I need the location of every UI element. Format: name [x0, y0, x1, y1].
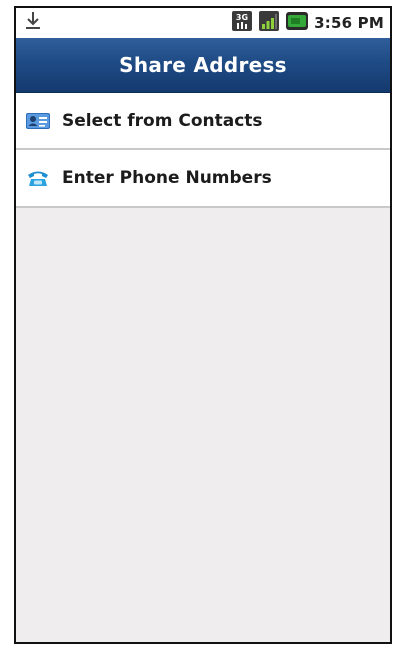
download-icon [24, 11, 42, 35]
battery-icon [285, 10, 309, 36]
enter-phone-numbers-item[interactable]: Enter Phone Numbers [16, 150, 390, 208]
select-from-contacts-item[interactable]: Select from Contacts [16, 93, 390, 150]
signal-icon [258, 10, 280, 36]
menu-item-label: Select from Contacts [62, 110, 263, 131]
page-title: Share Address [119, 53, 287, 77]
phone-screen: 3G 3:56 PM Share Address Select from Con… [14, 6, 392, 644]
network-3g-icon: 3G [231, 10, 253, 36]
title-bar: Share Address [16, 38, 390, 93]
status-bar: 3G 3:56 PM [16, 8, 390, 38]
menu-list: Select from Contacts Enter Phone Numbers [16, 93, 390, 208]
phone-icon [24, 167, 52, 189]
svg-text:3G: 3G [236, 13, 248, 22]
menu-item-label: Enter Phone Numbers [62, 168, 272, 188]
contacts-card-icon [24, 110, 52, 132]
status-time: 3:56 PM [314, 14, 384, 32]
empty-content-area [16, 208, 390, 642]
